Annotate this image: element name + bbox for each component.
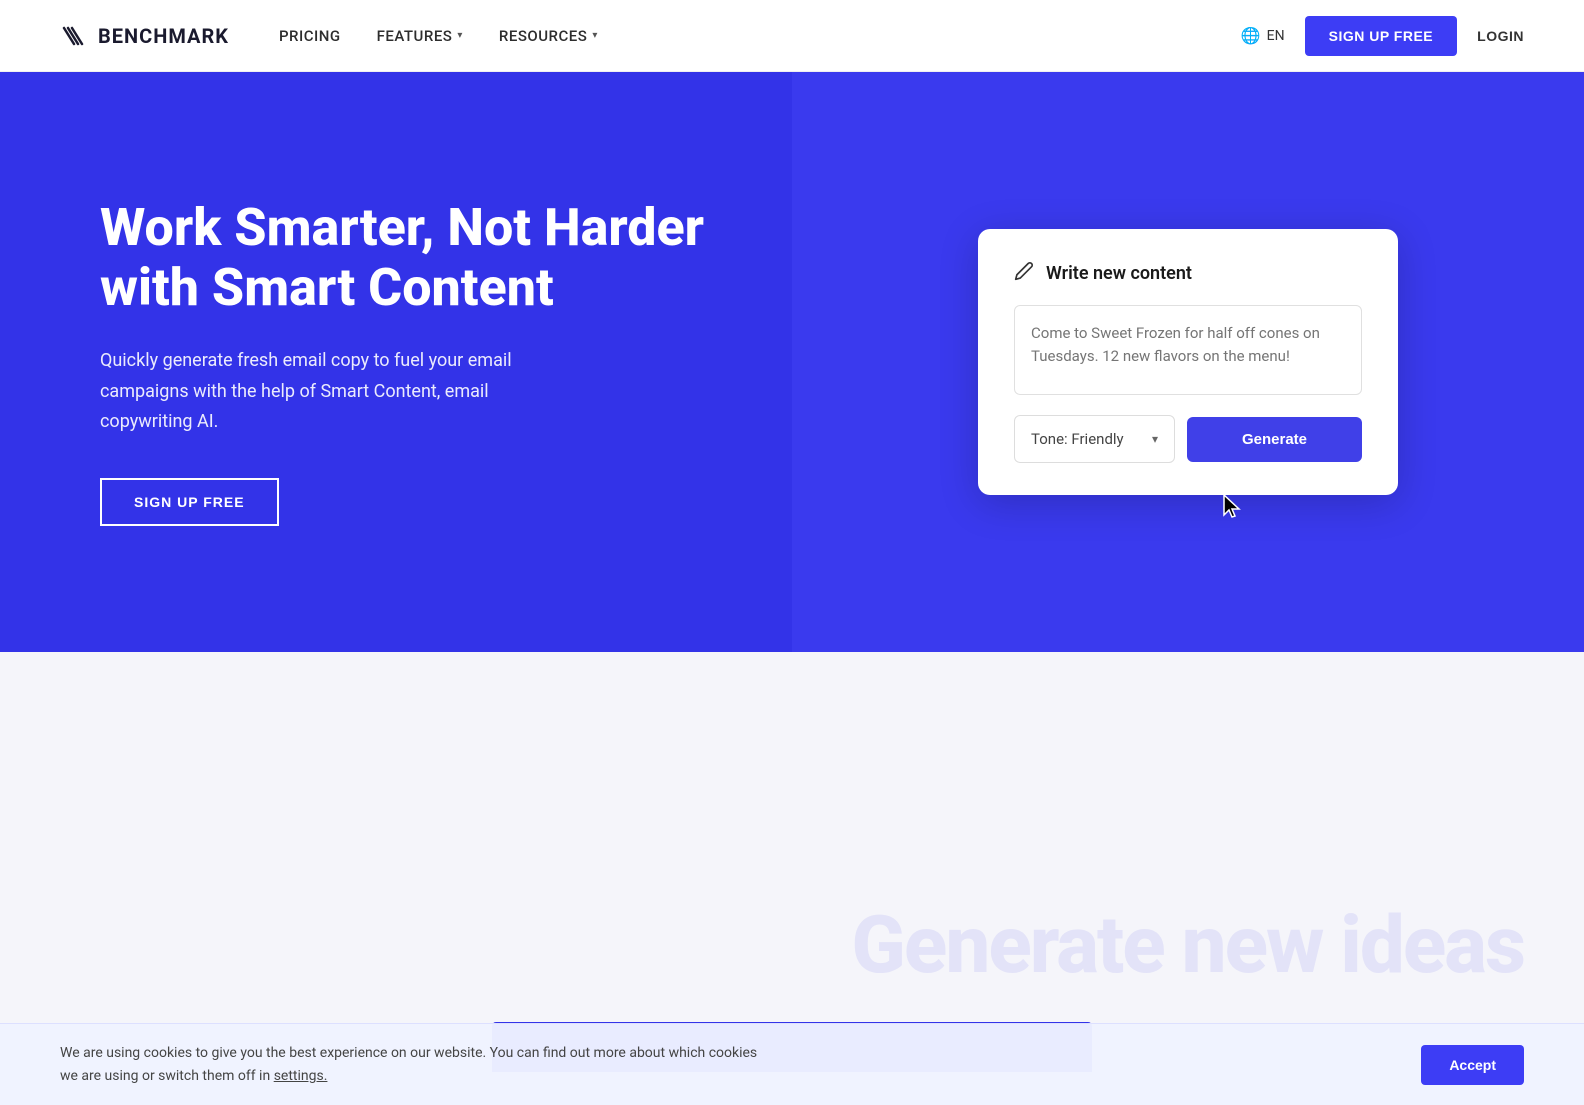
pen-icon: [1014, 261, 1034, 285]
generate-ideas-text: Generate new ideas: [851, 898, 1524, 992]
nav-item-resources[interactable]: RESOURCES ▾: [499, 27, 598, 45]
cookie-banner: We are using cookies to give you the bes…: [0, 1023, 1584, 1105]
nav-link-resources[interactable]: RESOURCES ▾: [499, 27, 598, 45]
nav-item-pricing[interactable]: PRICING: [279, 27, 341, 45]
signup-button[interactable]: SIGN UP FREE: [1305, 16, 1458, 56]
content-textarea[interactable]: [1014, 305, 1362, 395]
cursor: [1222, 493, 1244, 525]
lower-section: Generate new ideas: [0, 652, 1584, 1072]
hero-signup-button[interactable]: SIGN UP FREE: [100, 478, 279, 526]
logo-icon: [60, 22, 88, 50]
hero-left: Work Smarter, Not Harder with Smart Cont…: [0, 72, 792, 652]
globe-icon: 🌐: [1241, 26, 1261, 45]
generate-button[interactable]: Generate: [1187, 417, 1362, 462]
cookie-text: We are using cookies to give you the bes…: [60, 1042, 760, 1087]
tone-dropdown[interactable]: Tone: Friendly ▾: [1014, 415, 1175, 463]
lang-selector[interactable]: 🌐 EN: [1241, 26, 1285, 45]
tone-chevron-icon: ▾: [1152, 432, 1158, 446]
chevron-down-icon: ▾: [457, 30, 463, 41]
hero-section: Work Smarter, Not Harder with Smart Cont…: [0, 72, 1584, 652]
nav-link-features[interactable]: FEATURES ▾: [377, 27, 463, 45]
hero-subtitle: Quickly generate fresh email copy to fue…: [100, 346, 520, 438]
card-title: Write new content: [1046, 263, 1192, 284]
card-header: Write new content: [1014, 261, 1362, 285]
logo[interactable]: BENCHMARK: [60, 22, 229, 50]
navbar: BENCHMARK PRICING FEATURES ▾ RESOURCES ▾…: [0, 0, 1584, 72]
hero-right-wrapper: Write new content Tone: Friendly ▾ Gener…: [978, 229, 1398, 495]
chevron-down-icon: ▾: [592, 30, 598, 41]
login-button[interactable]: LOGIN: [1477, 28, 1524, 44]
settings-link[interactable]: settings.: [274, 1068, 328, 1084]
smart-content-card: Write new content Tone: Friendly ▾ Gener…: [978, 229, 1398, 495]
nav-links: PRICING FEATURES ▾ RESOURCES ▾: [279, 27, 598, 45]
card-footer: Tone: Friendly ▾ Generate: [1014, 415, 1362, 463]
accept-button[interactable]: Accept: [1421, 1045, 1524, 1085]
lang-text: EN: [1267, 28, 1285, 44]
navbar-left: BENCHMARK PRICING FEATURES ▾ RESOURCES ▾: [60, 22, 598, 50]
hero-title: Work Smarter, Not Harder with Smart Cont…: [100, 198, 732, 318]
hero-right: Write new content Tone: Friendly ▾ Gener…: [792, 72, 1584, 652]
logo-text: BENCHMARK: [98, 24, 229, 48]
nav-link-pricing[interactable]: PRICING: [279, 27, 341, 45]
nav-item-features[interactable]: FEATURES ▾: [377, 27, 463, 45]
navbar-right: 🌐 EN SIGN UP FREE LOGIN: [1241, 16, 1524, 56]
tone-select-label: Tone: Friendly: [1031, 430, 1124, 448]
